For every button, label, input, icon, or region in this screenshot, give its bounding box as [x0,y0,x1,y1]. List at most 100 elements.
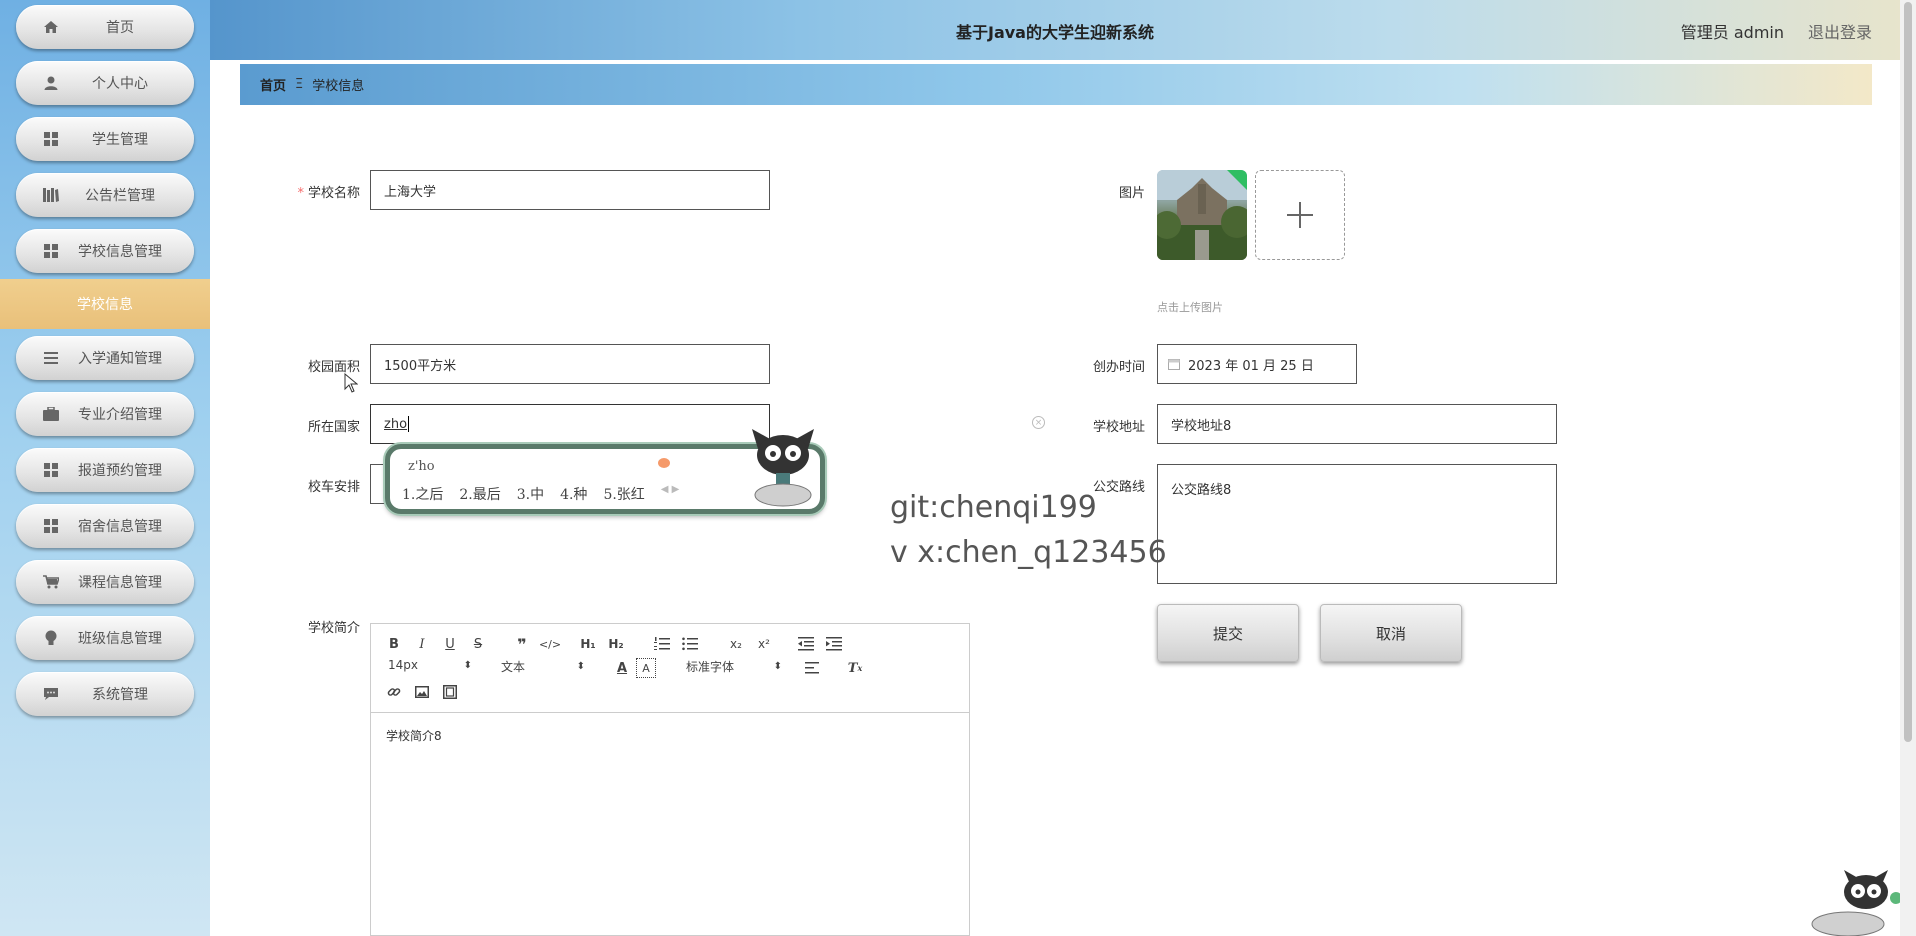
outdent-icon[interactable] [796,634,816,654]
school-name-label: * 学校名称 [290,182,360,201]
sidebar-item-label: 入学通知管理 [78,351,162,367]
address-label: 学校地址 [1092,420,1145,435]
route-textarea[interactable]: 公交路线8 [1157,464,1557,584]
sidebar-item-label: 宿舍信息管理 [78,519,162,535]
sidebar-item-course[interactable]: 课程信息管理 [16,560,194,604]
sidebar-item-label: 班级信息管理 [78,631,162,647]
italic-icon[interactable]: I [412,634,432,654]
sidebar: 首页 个人中心 学生管理 公告栏管理 学校信息管理 学校信息 入学通知管理 专业… [0,0,210,936]
ordered-list-icon[interactable] [652,634,672,654]
calendar-icon [1168,359,1180,370]
sidebar-item-report[interactable]: 报道预约管理 [16,448,194,492]
ime-page-arrows-icon[interactable]: ◀ ▶ [661,484,680,504]
font-color-icon[interactable]: A [612,658,632,678]
image-icon[interactable] [412,682,432,702]
intro-editor: B I U S ❞ </> H₁ H₂ x₂ x² 14px ⬍ 文本 ⬍ A A … [370,623,970,936]
sidebar-item-school-info[interactable]: 学校信息管理 [16,229,194,273]
sidebar-item-major[interactable]: 专业介绍管理 [16,392,194,436]
sidebar-item-dorm[interactable]: 宿舍信息管理 [16,504,194,548]
founded-label: 创办时间 [1092,360,1145,375]
country-input[interactable]: zho [370,404,770,444]
strike-icon[interactable]: S [468,634,488,654]
cancel-button[interactable]: 取消 [1320,604,1462,662]
sidebar-item-label: 首页 [106,20,134,36]
blockquote-icon[interactable]: ❞ [512,634,532,654]
clear-icon[interactable]: × [1032,416,1045,429]
editor-content[interactable]: 学校简介8 [371,713,969,758]
sidebar-item-label: 个人中心 [92,76,148,92]
subscript-icon[interactable]: x₂ [726,634,746,654]
sidebar-item-label: 公告栏管理 [85,188,155,204]
ime-candidate[interactable]: 3.中 [517,484,544,504]
sidebar-subitem-school-info[interactable]: 学校信息 [0,279,210,329]
bullet-list-icon[interactable] [680,634,700,654]
intro-label: 学校简介 [307,621,360,636]
ime-candidate-popup: z'ho 1.之后 2.最后 3.中 4.种 5.张红 ◀ ▶ [385,429,825,514]
clear-format-icon[interactable]: Tx [845,658,865,678]
area-input[interactable]: 1500平方米 [370,344,770,384]
sidebar-item-label: 系统管理 [92,687,148,703]
scrollbar-thumb[interactable] [1904,2,1912,742]
select-arrow-icon: ⬍ [463,659,472,671]
heading-1-icon[interactable]: H₁ [578,634,598,654]
breadcrumb-separator: Ξ [295,77,304,92]
select-arrow-icon: ⬍ [773,661,782,672]
video-icon[interactable] [440,682,460,702]
plus-icon [1287,202,1313,228]
founded-date-picker[interactable]: 2023 年 01 月 25 日 [1157,344,1357,384]
ime-candidate[interactable]: 2.最后 [459,484,500,504]
font-family-value: 标准字体 [686,660,735,674]
block-type-select[interactable]: 文本 ⬍ [501,658,585,675]
school-name-input[interactable]: 上海大学 [370,170,770,210]
code-block-icon[interactable]: </> [539,634,561,654]
bold-icon[interactable]: B [384,634,404,654]
address-input[interactable]: 学校地址8 [1157,404,1557,444]
page-scrollbar[interactable] [1900,0,1916,936]
country-label: 所在国家 [307,420,360,435]
sidebar-item-label: 报道预约管理 [78,463,162,479]
sidebar-item-label: 学校信息管理 [78,244,162,260]
sidebar-item-admission[interactable]: 入学通知管理 [16,336,194,380]
ime-candidate[interactable]: 4.种 [560,484,587,504]
breadcrumb-home[interactable]: 首页 [260,75,286,94]
breadcrumb: 首页 Ξ 学校信息 [240,64,1872,105]
current-user: 管理员 admin [1680,23,1784,42]
sidebar-item-label: 学生管理 [92,132,148,148]
sidebar-item-class[interactable]: 班级信息管理 [16,616,194,660]
sidebar-item-home[interactable]: 首页 [16,5,194,49]
ime-candidate[interactable]: 1.之后 [402,484,443,504]
image-label: 图片 [1118,186,1145,201]
corner-mascot-icon [1810,870,1902,936]
sidebar-item-system[interactable]: 系统管理 [16,672,194,716]
heading-2-icon[interactable]: H₂ [606,634,626,654]
block-type-value: 文本 [501,660,526,674]
ime-mascot-icon [752,429,814,509]
ime-pinyin: z'ho [408,459,435,474]
ime-candidate[interactable]: 5.张红 [603,484,644,504]
font-family-select[interactable]: 标准字体 ⬍ [686,658,782,675]
link-icon[interactable] [384,682,404,702]
bus-label: 校车安排 [307,480,360,495]
superscript-icon[interactable]: x² [754,634,774,654]
watermark-line-1: git:chenqi199 [890,490,1097,525]
submit-button[interactable]: 提交 [1157,604,1299,662]
logout-link[interactable]: 退出登录 [1808,19,1872,43]
school-image-thumbnail[interactable] [1157,170,1247,260]
required-mark: * [297,186,304,201]
sidebar-item-students[interactable]: 学生管理 [16,117,194,161]
sidebar-item-notice[interactable]: 公告栏管理 [16,173,194,217]
breadcrumb-current: 学校信息 [312,79,365,94]
app-title: 基于Java的大学生迎新系统 [956,23,1154,42]
sidebar-item-label: 课程信息管理 [78,575,162,591]
align-icon[interactable] [802,658,822,678]
sidebar-item-personal[interactable]: 个人中心 [16,61,194,105]
ime-emoji-icon[interactable] [658,458,670,468]
background-color-icon[interactable]: A [636,658,656,678]
mouse-cursor-icon [344,372,359,397]
image-upload-button[interactable] [1255,170,1345,260]
font-size-select[interactable]: 14px ⬍ [388,658,472,672]
underline-icon[interactable]: U [440,634,460,654]
ime-candidates: 1.之后 2.最后 3.中 4.种 5.张红 ◀ ▶ [402,484,679,504]
indent-icon[interactable] [824,634,844,654]
founded-date-value: 2023 年 01 月 25 日 [1188,358,1314,374]
